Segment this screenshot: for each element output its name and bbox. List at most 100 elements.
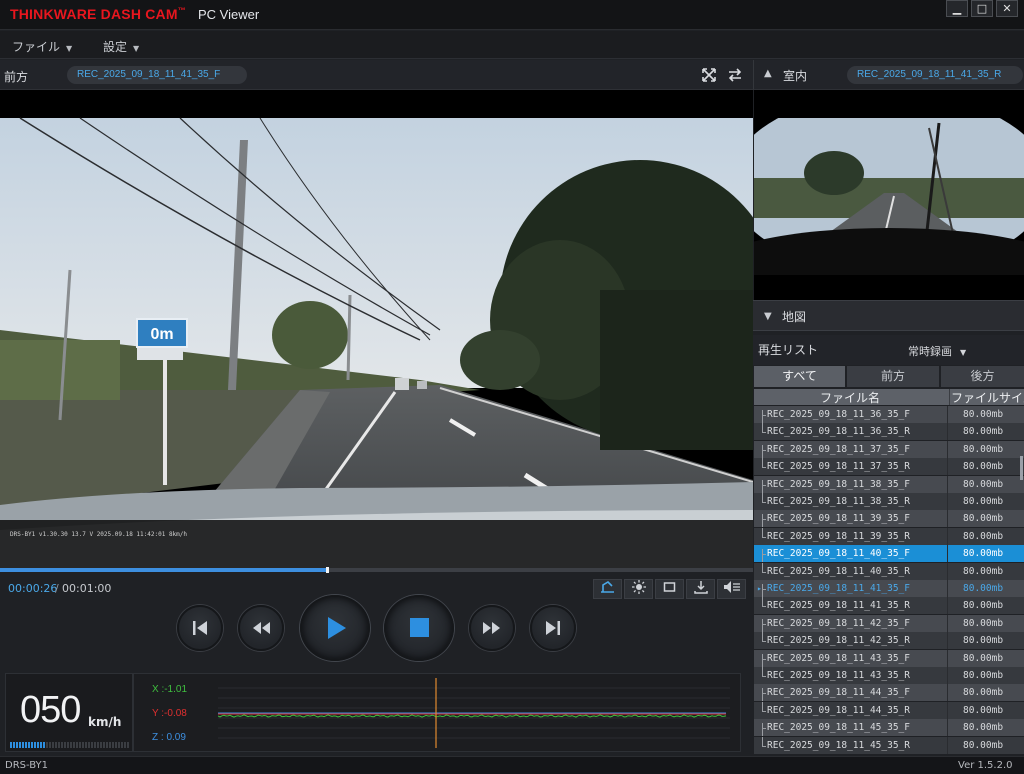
tree-branch-icon: [762, 493, 763, 502]
file-size: 80.00mb: [963, 443, 1004, 455]
file-row[interactable]: REC_2025_09_18_11_45_35_F 80.00mb: [754, 719, 1024, 737]
file-name: REC_2025_09_18_11_39_35_R: [754, 527, 948, 545]
file-size: 80.00mb: [963, 739, 1004, 751]
brightness-button[interactable]: [624, 579, 653, 599]
capture-button[interactable]: [593, 579, 622, 599]
minimize-button[interactable]: ▁: [946, 0, 968, 17]
file-name: REC_2025_09_18_11_41_35_F: [754, 580, 948, 597]
playlist-header: 再生リスト 常時録画 ▼: [753, 335, 1024, 365]
file-row[interactable]: REC_2025_09_18_11_37_35_R 80.00mb: [754, 458, 1024, 476]
menu-file[interactable]: ファイル ▼: [12, 38, 72, 55]
front-camera-label: 前方: [4, 70, 29, 84]
file-size: 80.00mb: [963, 600, 1004, 612]
caret-down-icon: ▼: [133, 44, 140, 53]
file-row[interactable]: REC_2025_09_18_11_38_35_R 80.00mb: [754, 493, 1024, 510]
gsensor-x-line: [218, 714, 727, 718]
gsensor-graph[interactable]: [218, 678, 730, 748]
tree-branch-icon: [762, 653, 763, 667]
previous-file-button[interactable]: [177, 605, 223, 651]
front-camera-header: 前方 REC_2025_09_18_11_41_35_F: [0, 60, 753, 90]
playback-progress-handle[interactable]: [326, 567, 329, 573]
file-row[interactable]: REC_2025_09_18_11_43_35_F 80.00mb: [754, 649, 1024, 667]
tree-branch-icon: [762, 693, 766, 695]
rewind-icon: [253, 622, 270, 634]
rear-video-view[interactable]: [754, 118, 1024, 275]
fullscreen-icon[interactable]: [701, 67, 717, 83]
gsensor-y-value: Y :-0.08: [152, 708, 187, 719]
fast-forward-button[interactable]: [469, 605, 515, 651]
file-row[interactable]: REC_2025_09_18_11_44_35_R 80.00mb: [754, 701, 1024, 719]
tab-rear-label: 後方: [970, 369, 995, 383]
file-row[interactable]: REC_2025_09_18_11_45_35_R 80.00mb: [754, 736, 1024, 754]
rewind-button[interactable]: [238, 605, 284, 651]
file-name: REC_2025_09_18_11_42_35_R: [754, 632, 948, 650]
tree-branch-icon: [762, 467, 766, 469]
maximize-icon: □: [976, 2, 988, 15]
download-button[interactable]: [686, 579, 715, 599]
distance-sign-text: 0m: [150, 326, 173, 343]
file-list-header: ファイル名 ファイルサイズ: [754, 389, 1024, 405]
file-row[interactable]: REC_2025_09_18_11_41_35_F 80.00mb ▸: [754, 580, 1024, 597]
skip-previous-icon: [193, 621, 207, 635]
tree-branch-icon: [762, 667, 763, 676]
file-row[interactable]: REC_2025_09_18_11_42_35_R 80.00mb: [754, 632, 1024, 650]
playlist-title: 再生リスト: [758, 343, 819, 357]
tab-rear[interactable]: 後方: [941, 366, 1024, 387]
file-row[interactable]: REC_2025_09_18_11_38_35_F 80.00mb: [754, 475, 1024, 493]
aspect-button[interactable]: [655, 579, 684, 599]
aspect-icon: [663, 582, 676, 592]
file-list[interactable]: REC_2025_09_18_11_36_35_F 80.00mb REC_2025…: [754, 406, 1024, 754]
file-size: 80.00mb: [963, 583, 1004, 594]
tree-branch-icon: [762, 584, 763, 597]
stop-button[interactable]: [384, 595, 454, 661]
tree-branch-icon: [762, 623, 766, 625]
tree-branch-icon: [762, 527, 763, 537]
file-list-scrollbar[interactable]: [1020, 456, 1023, 480]
file-row[interactable]: REC_2025_09_18_11_39_35_R 80.00mb: [754, 527, 1024, 545]
file-row[interactable]: REC_2025_09_18_11_42_35_F 80.00mb: [754, 614, 1024, 632]
file-row[interactable]: REC_2025_09_18_11_36_35_R 80.00mb: [754, 423, 1024, 441]
file-row[interactable]: REC_2025_09_18_11_40_35_F 80.00mb: [754, 545, 1024, 563]
volume-button[interactable]: [717, 579, 746, 599]
file-name: REC_2025_09_18_11_40_35_F: [754, 545, 948, 563]
trademark-mark: ™: [177, 6, 186, 15]
status-bar: DRS-BY1 Ver 1.5.2.0: [0, 756, 1024, 774]
tree-branch-icon: [762, 502, 766, 503]
file-name: REC_2025_09_18_11_37_35_F: [754, 440, 948, 458]
menu-settings[interactable]: 設定 ▼: [103, 38, 139, 55]
swap-icon[interactable]: [727, 67, 743, 83]
next-file-button[interactable]: [530, 605, 576, 651]
tree-branch-icon: [762, 710, 766, 712]
file-row[interactable]: REC_2025_09_18_11_43_35_R 80.00mb: [754, 667, 1024, 684]
speed-unit: km/h: [88, 715, 122, 729]
file-row[interactable]: REC_2025_09_18_11_36_35_F 80.00mb: [754, 406, 1024, 423]
play-button[interactable]: [300, 595, 370, 661]
tree-branch-icon: [762, 597, 763, 607]
triangle-up-icon[interactable]: ▲: [764, 68, 772, 79]
file-row[interactable]: REC_2025_09_18_11_39_35_F 80.00mb: [754, 510, 1024, 528]
tab-front[interactable]: 前方: [847, 366, 939, 387]
tree-branch-icon: [762, 618, 763, 632]
front-video-view[interactable]: 0m DRS-BY1 v1.30.30 13.7 V 2025.09.18 11…: [0, 90, 753, 568]
file-name: REC_2025_09_18_11_43_35_R: [754, 667, 948, 684]
close-button[interactable]: ✕: [996, 0, 1018, 17]
play-icon: [328, 617, 346, 639]
column-file-name[interactable]: ファイル名: [820, 389, 880, 406]
stop-icon: [410, 618, 429, 637]
recording-mode-select[interactable]: 常時録画 ▼: [908, 343, 966, 359]
tree-branch-icon: [762, 562, 763, 572]
file-name: REC_2025_09_18_11_43_35_F: [754, 649, 948, 667]
file-row[interactable]: REC_2025_09_18_11_40_35_R 80.00mb: [754, 562, 1024, 580]
tab-all[interactable]: すべて: [754, 366, 845, 387]
current-time: 00:00:26: [8, 582, 58, 595]
file-name: REC_2025_09_18_11_38_35_F: [754, 475, 948, 493]
rear-file-name: REC_2025_09_18_11_41_35_R: [847, 66, 1023, 84]
file-row[interactable]: REC_2025_09_18_11_44_35_F 80.00mb: [754, 684, 1024, 702]
column-file-size[interactable]: ファイルサイズ: [951, 389, 1024, 406]
tab-front-label: 前方: [880, 369, 905, 383]
maximize-button[interactable]: □: [971, 0, 993, 17]
map-header[interactable]: ▼ 地図: [753, 300, 1024, 331]
file-row[interactable]: REC_2025_09_18_11_37_35_F 80.00mb: [754, 440, 1024, 458]
file-row[interactable]: REC_2025_09_18_11_41_35_R 80.00mb: [754, 597, 1024, 615]
file-name: REC_2025_09_18_11_38_35_R: [754, 493, 948, 510]
